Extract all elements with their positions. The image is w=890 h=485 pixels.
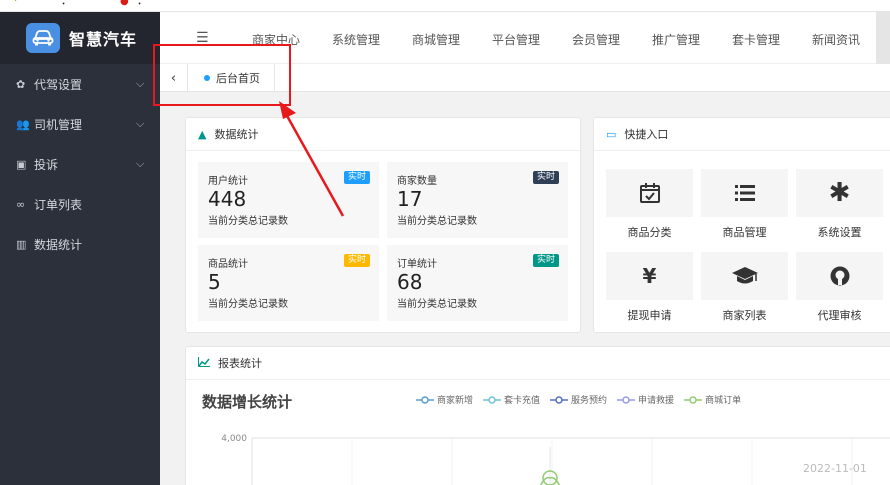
annotation-arrow bbox=[279, 101, 345, 217]
